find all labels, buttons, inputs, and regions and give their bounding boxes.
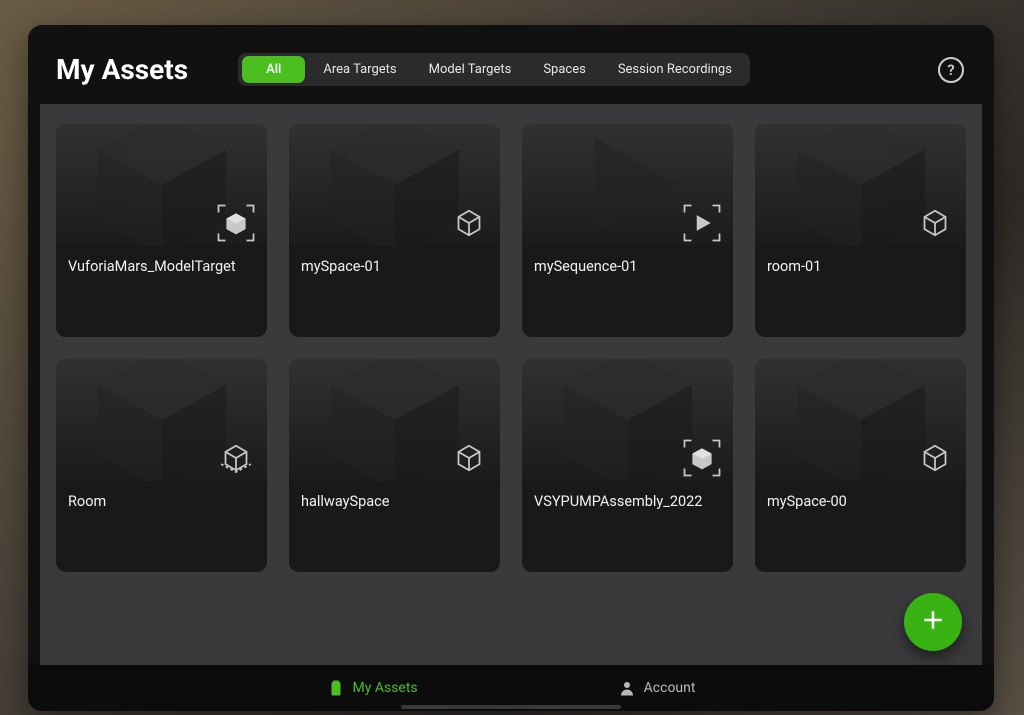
asset-card[interactable]: VSYPUMPAssembly_2022 — [522, 359, 733, 572]
asset-title: VuforiaMars_ModelTarget — [56, 246, 267, 275]
space-icon — [448, 202, 490, 244]
asset-title: mySpace-01 — [289, 246, 500, 275]
filter-tab-model-targets[interactable]: Model Targets — [415, 56, 526, 83]
model-target-icon — [681, 437, 723, 479]
account-icon — [618, 678, 636, 698]
asset-title: hallwaySpace — [289, 481, 500, 510]
asset-card[interactable]: room-01 — [755, 124, 966, 337]
page-title: My Assets — [56, 53, 188, 86]
asset-title: Room — [56, 481, 267, 510]
nav-my-assets[interactable]: My Assets — [327, 678, 418, 698]
asset-thumbnail — [56, 124, 267, 246]
assets-icon — [327, 678, 345, 698]
home-indicator — [401, 705, 621, 709]
asset-card[interactable]: mySequence-01 — [522, 124, 733, 337]
asset-title: mySpace-00 — [755, 481, 966, 510]
filter-tab-session-recordings[interactable]: Session Recordings — [604, 56, 746, 83]
asset-card[interactable]: hallwaySpace — [289, 359, 500, 572]
header-bar: My Assets All Area Targets Model Targets… — [28, 25, 994, 100]
asset-card[interactable]: mySpace-01 — [289, 124, 500, 337]
asset-thumbnail — [289, 359, 500, 481]
filter-tab-bar: All Area Targets Model Targets Spaces Se… — [238, 53, 750, 86]
asset-card[interactable]: VuforiaMars_ModelTarget — [56, 124, 267, 337]
app-window: My Assets All Area Targets Model Targets… — [28, 25, 994, 711]
space-icon — [914, 202, 956, 244]
filter-tab-spaces[interactable]: Spaces — [529, 56, 600, 83]
asset-card[interactable]: Room — [56, 359, 267, 572]
asset-title: VSYPUMPAssembly_2022 — [522, 481, 733, 510]
model-target-icon — [215, 202, 257, 244]
filter-tab-area-targets[interactable]: Area Targets — [309, 56, 410, 83]
add-asset-button[interactable] — [904, 593, 962, 651]
asset-thumbnail — [755, 124, 966, 246]
asset-thumbnail — [522, 124, 733, 246]
nav-account[interactable]: Account — [618, 678, 696, 698]
asset-thumbnail — [56, 359, 267, 481]
asset-grid: VuforiaMars_ModelTarget — [56, 124, 966, 572]
asset-title: mySequence-01 — [522, 246, 733, 275]
asset-thumbnail — [755, 359, 966, 481]
asset-thumbnail — [522, 359, 733, 481]
nav-label: Account — [644, 680, 696, 696]
filter-tab-all[interactable]: All — [242, 56, 305, 83]
asset-grid-container: VuforiaMars_ModelTarget — [40, 104, 982, 665]
asset-thumbnail — [289, 124, 500, 246]
area-target-icon — [215, 437, 257, 479]
space-icon — [448, 437, 490, 479]
nav-label: My Assets — [353, 680, 418, 696]
asset-card[interactable]: mySpace-00 — [755, 359, 966, 572]
space-icon — [914, 437, 956, 479]
help-button[interactable]: ? — [938, 57, 964, 83]
asset-title: room-01 — [755, 246, 966, 275]
help-icon: ? — [947, 61, 954, 79]
plus-icon — [918, 605, 948, 639]
recording-icon — [681, 202, 723, 244]
